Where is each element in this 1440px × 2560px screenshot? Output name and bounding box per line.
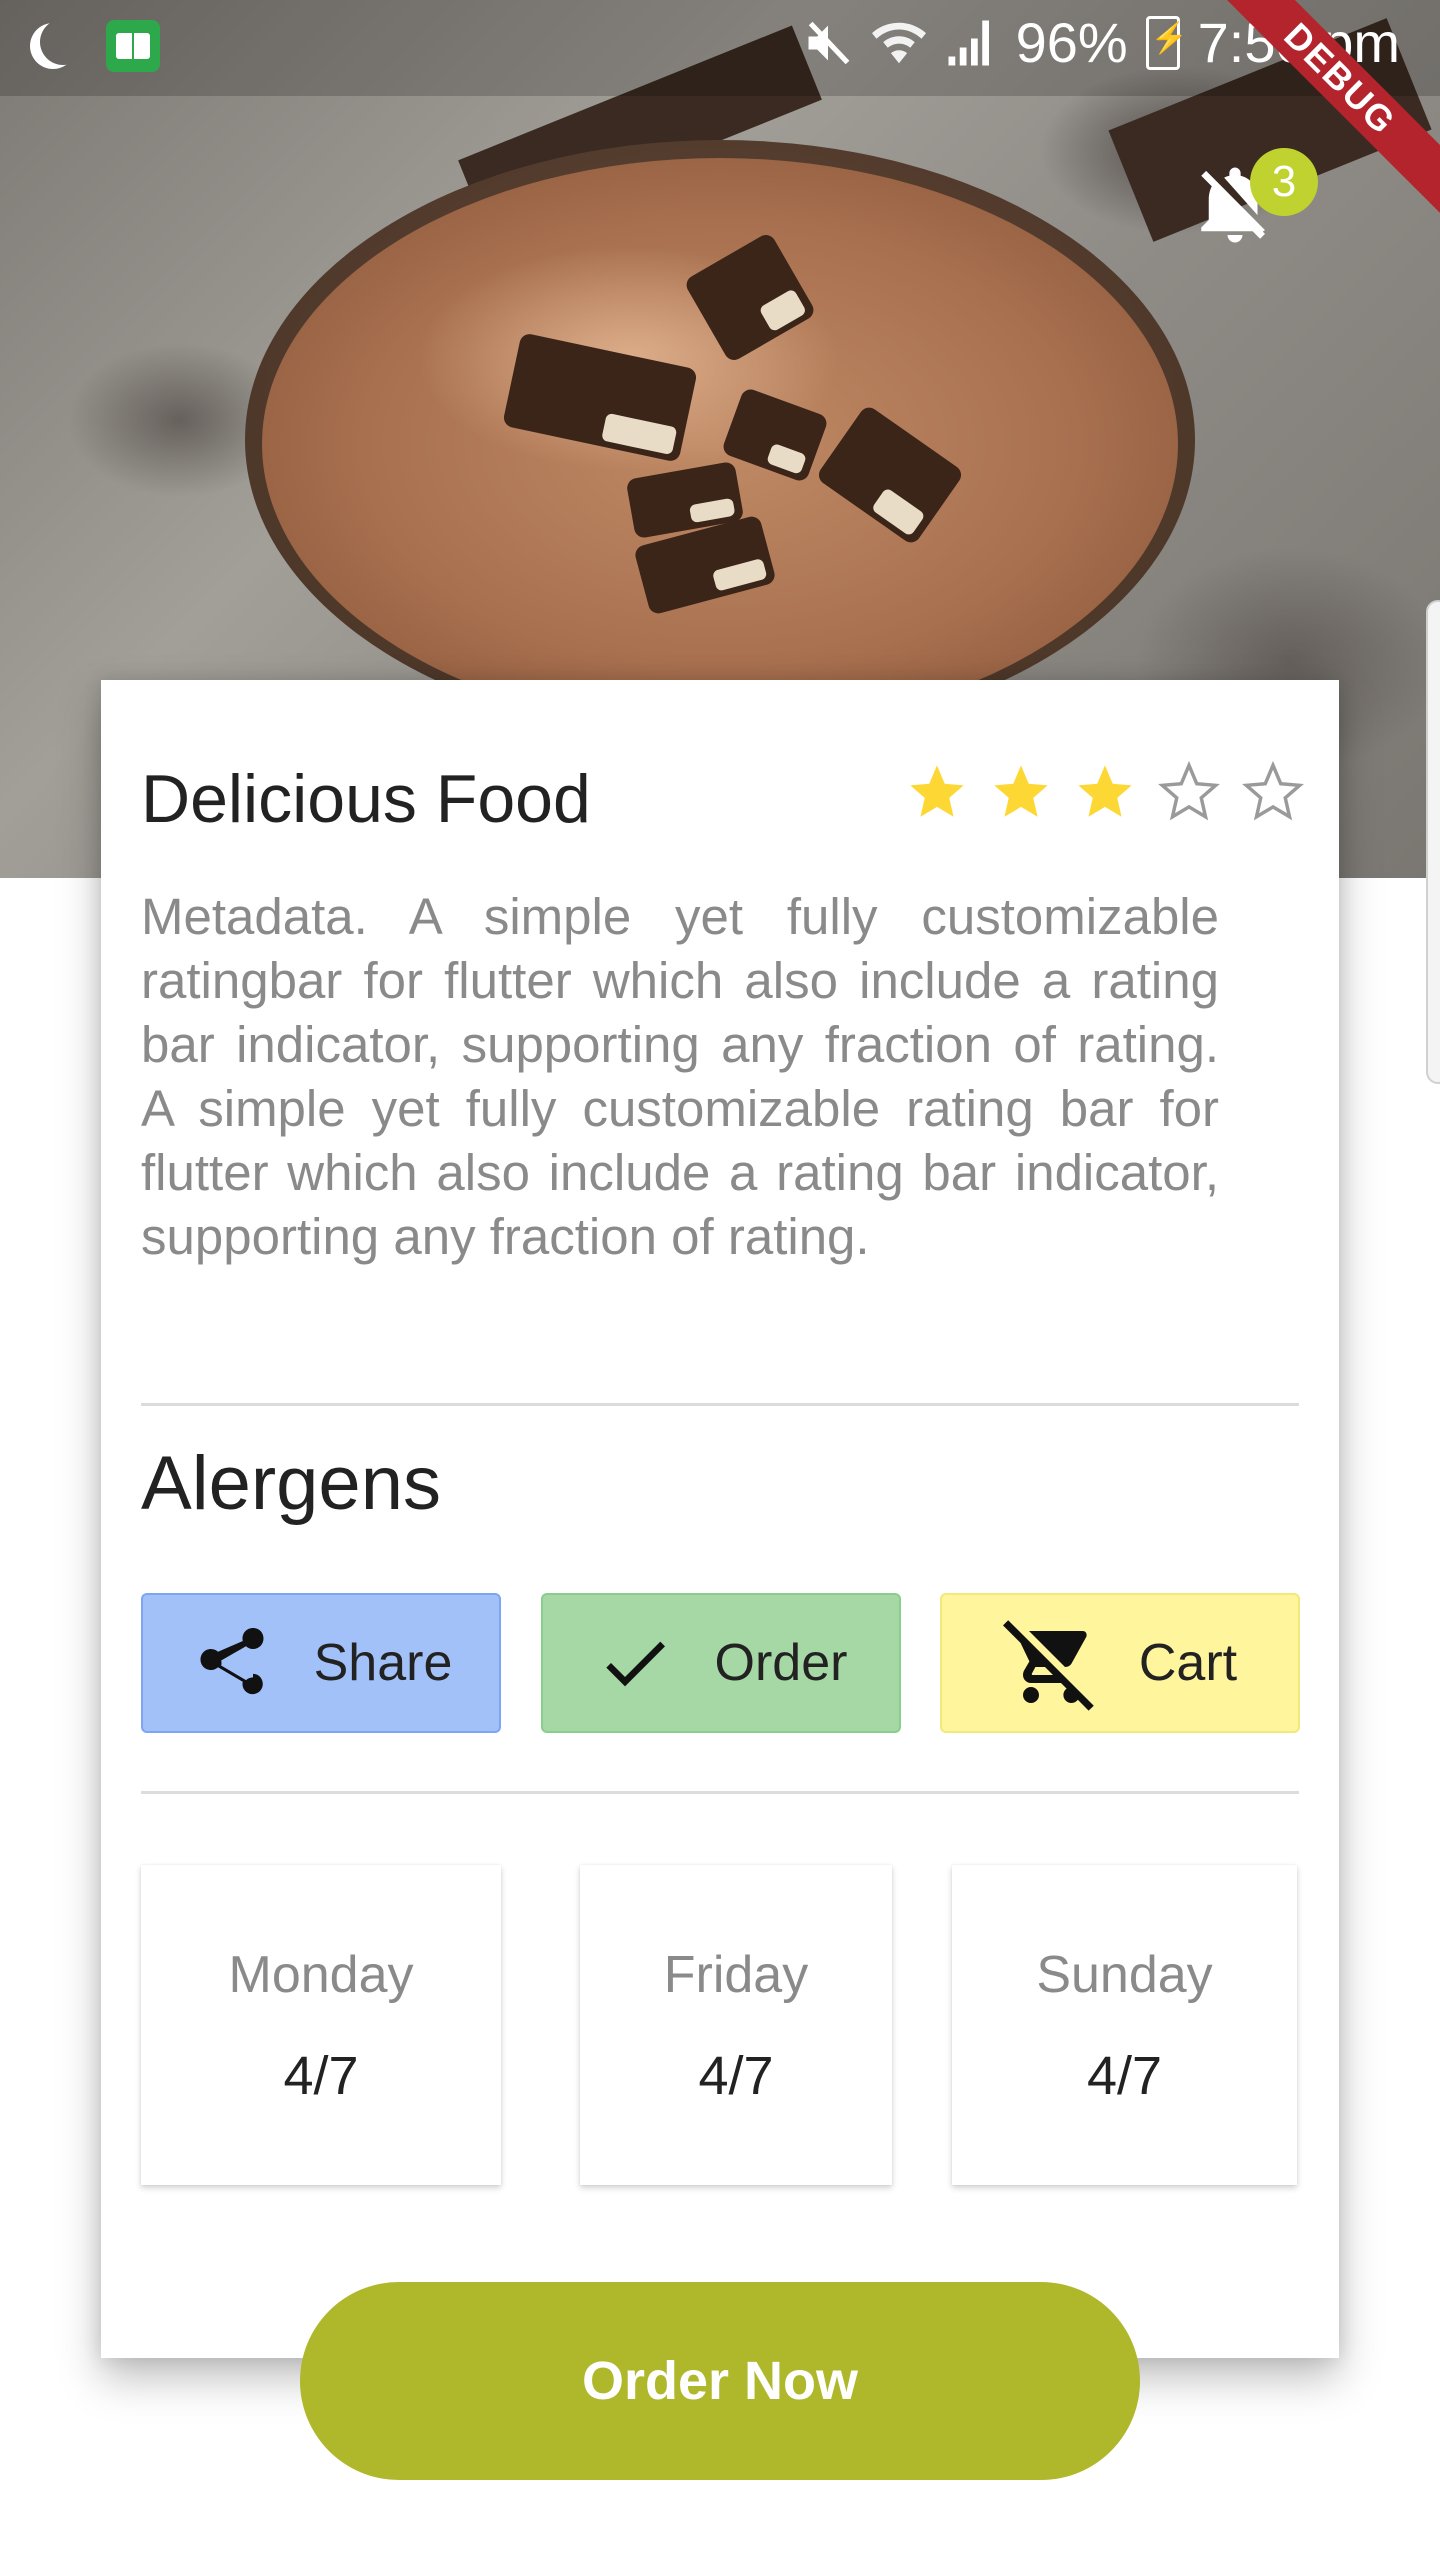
- cart-label: Cart: [1138, 1634, 1238, 1692]
- day-name: Sunday: [1036, 1946, 1213, 2004]
- wifi-icon: [871, 22, 926, 63]
- share-label: Share: [313, 1634, 453, 1692]
- share-icon: [200, 1628, 264, 1695]
- edge-panel-handle[interactable]: [1426, 600, 1440, 1084]
- day-value: 4/7: [698, 2046, 774, 2106]
- star-empty-icon[interactable]: [1241, 760, 1305, 824]
- food-description: Metadata. A simple yet fully customizabl…: [141, 888, 1219, 1265]
- day-card-monday: Monday 4/7: [141, 1865, 501, 2185]
- signal-icon: [948, 20, 989, 65]
- battery-percent: 96%: [1015, 11, 1128, 74]
- check-icon: [605, 1641, 665, 1687]
- night-mode-icon: [30, 23, 76, 69]
- order-button[interactable]: Order: [541, 1593, 901, 1733]
- order-now-button[interactable]: Order Now: [300, 2282, 1140, 2480]
- star-filled-icon[interactable]: [1073, 760, 1137, 824]
- day-name: Friday: [663, 1946, 809, 2004]
- star-filled-icon[interactable]: [905, 760, 969, 824]
- star-filled-icon[interactable]: [989, 760, 1053, 824]
- notification-count-badge: 3: [1250, 148, 1318, 216]
- day-card-friday: Friday 4/7: [580, 1865, 892, 2185]
- book-app-icon: [106, 20, 160, 72]
- battery-charging-icon: [1145, 15, 1188, 70]
- allergens-title: Alergens: [141, 1441, 441, 1526]
- day-card-sunday: Sunday 4/7: [952, 1865, 1297, 2185]
- remove-shopping-cart-icon: [1002, 1620, 1094, 1711]
- food-detail-card: Delicious Food Metadata. A simple yet fu…: [101, 680, 1339, 2358]
- day-name: Monday: [228, 1946, 414, 2004]
- food-title: Delicious Food: [141, 761, 591, 837]
- star-empty-icon[interactable]: [1157, 760, 1221, 824]
- divider: [141, 1791, 1299, 1794]
- rating-bar[interactable]: [905, 760, 1305, 824]
- cart-button[interactable]: Cart: [940, 1593, 1300, 1733]
- order-label: Order: [714, 1634, 848, 1692]
- status-bar: 96% 7:50 pm: [0, 0, 1440, 96]
- mute-icon: [808, 21, 849, 64]
- day-value: 4/7: [283, 2046, 359, 2106]
- day-value: 4/7: [1086, 2046, 1163, 2106]
- divider: [141, 1403, 1299, 1406]
- share-button[interactable]: Share: [141, 1593, 501, 1733]
